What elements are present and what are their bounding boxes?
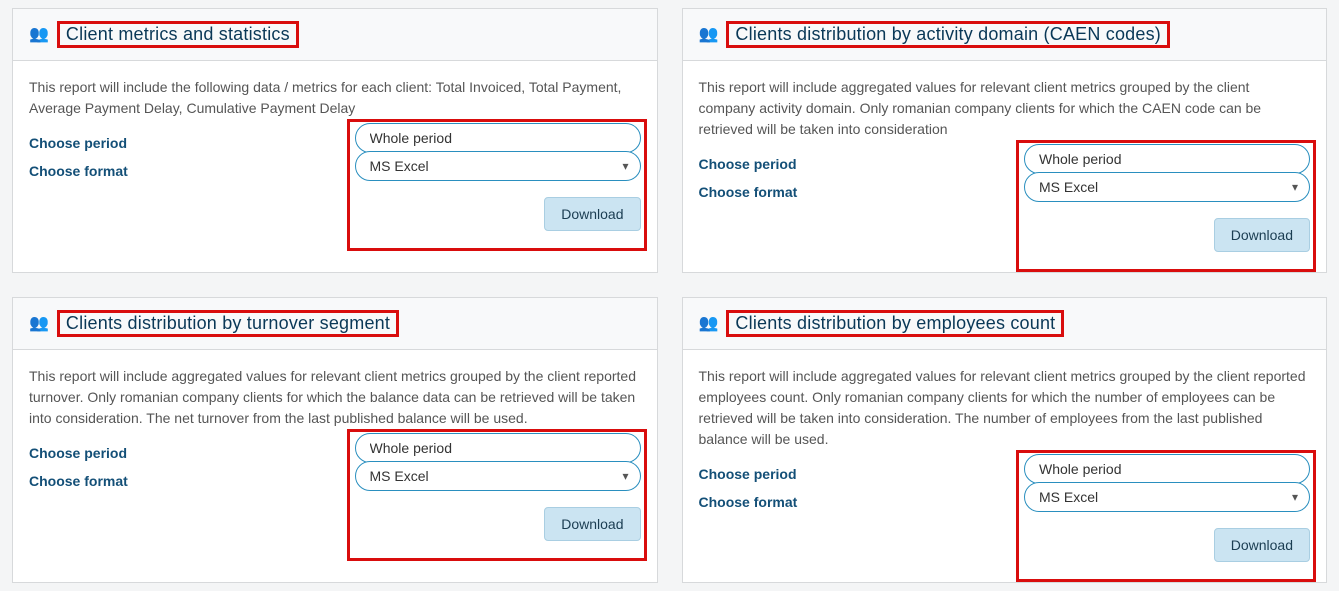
report-card-turnover: 👥 Clients distribution by turnover segme…: [12, 297, 658, 583]
choose-format-label: Choose format: [699, 184, 1019, 200]
card-header: 👥 Clients distribution by turnover segme…: [13, 298, 657, 350]
period-input[interactable]: [355, 433, 641, 463]
period-input[interactable]: [355, 123, 641, 153]
format-select[interactable]: MS Excel: [355, 151, 641, 181]
people-icon: 👥: [29, 27, 49, 43]
card-description: This report will include aggregated valu…: [699, 366, 1311, 450]
format-select[interactable]: MS Excel: [355, 461, 641, 491]
choose-period-label: Choose period: [29, 135, 349, 151]
card-description: This report will include aggregated valu…: [29, 366, 641, 429]
people-icon: 👥: [29, 316, 49, 332]
choose-period-label: Choose period: [699, 156, 1019, 172]
card-title: Clients distribution by employees count: [735, 313, 1055, 333]
card-header: 👥 Clients distribution by employees coun…: [683, 298, 1327, 350]
format-select[interactable]: MS Excel: [1024, 172, 1310, 202]
choose-period-label: Choose period: [29, 445, 349, 461]
card-header: 👥 Clients distribution by activity domai…: [683, 9, 1327, 61]
card-description: This report will include aggregated valu…: [699, 77, 1311, 140]
format-select[interactable]: MS Excel: [1024, 482, 1310, 512]
choose-format-label: Choose format: [29, 473, 349, 489]
card-description: This report will include the following d…: [29, 77, 641, 119]
choose-format-label: Choose format: [699, 494, 1019, 510]
choose-format-label: Choose format: [29, 163, 349, 179]
report-card-employees: 👥 Clients distribution by employees coun…: [682, 297, 1328, 583]
period-input[interactable]: [1024, 454, 1310, 484]
report-card-metrics: 👥 Client metrics and statistics This rep…: [12, 8, 658, 273]
card-title: Client metrics and statistics: [66, 24, 290, 44]
period-input[interactable]: [1024, 144, 1310, 174]
card-title: Clients distribution by activity domain …: [735, 24, 1161, 44]
choose-period-label: Choose period: [699, 466, 1019, 482]
card-title: Clients distribution by turnover segment: [66, 313, 390, 333]
report-card-caen: 👥 Clients distribution by activity domai…: [682, 8, 1328, 273]
people-icon: 👥: [699, 316, 719, 332]
people-icon: 👥: [699, 27, 719, 43]
card-header: 👥 Client metrics and statistics: [13, 9, 657, 61]
